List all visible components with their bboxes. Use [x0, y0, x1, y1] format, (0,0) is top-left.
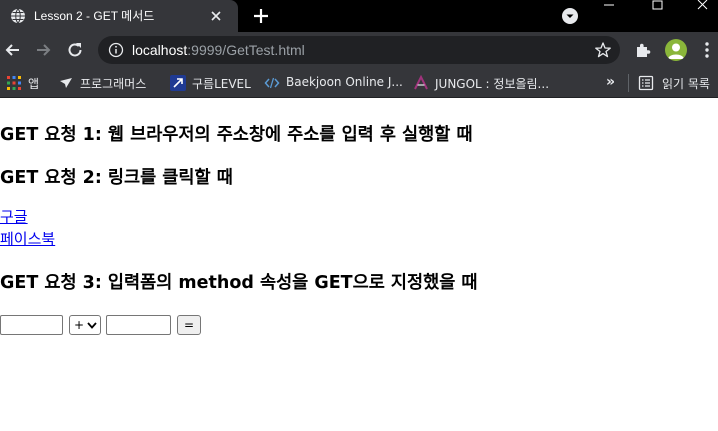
bookmarks-bar: 앱 프로그래머스 구름LEVEL Baekjoon Online J... JU… [0, 68, 718, 98]
minimize-icon[interactable] [594, 0, 624, 18]
person-icon [668, 43, 684, 59]
heading-get-request-2: GET 요청 2: 링크를 클릭할 때 [0, 168, 233, 188]
bookmark-label: 구름LEVEL [192, 77, 251, 91]
more-menu-icon[interactable] [700, 40, 714, 60]
submit-equals-button[interactable]: = [177, 315, 201, 335]
close-icon[interactable] [208, 8, 224, 24]
url-text[interactable]: localhost:9999/GetTest.html [132, 42, 305, 58]
info-icon[interactable] [108, 42, 124, 58]
new-tab-icon[interactable] [251, 6, 271, 26]
maximize-icon[interactable] [642, 0, 672, 18]
heading-get-request-1: GET 요청 1: 웹 브라우저의 주소창에 주소를 입력 후 실행할 때 [0, 125, 473, 145]
reading-list-label: 읽기 목록 [662, 77, 710, 91]
bookmark-label: Baekjoon Online J... [286, 75, 403, 89]
tab-search-icon[interactable] [561, 7, 579, 25]
tab-strip: Lesson 2 - GET 메서드 [0, 0, 718, 32]
bookmark-baekjoon[interactable]: Baekjoon Online J... [264, 74, 403, 92]
globe-icon [11, 8, 25, 24]
window-close-icon[interactable] [688, 0, 718, 18]
jungol-icon [414, 75, 428, 90]
link-facebook[interactable]: 페이스북 [0, 228, 55, 249]
url-path: :9999/GetTest.html [187, 42, 305, 58]
bookmark-label: 프로그래머스 [80, 77, 147, 91]
operator-selected-value: + [74, 318, 85, 332]
bookmark-jungol[interactable]: JUNGOL : 정보올림... [413, 74, 553, 92]
extensions-puzzle-icon[interactable] [634, 41, 652, 59]
chevron-down-icon [87, 322, 97, 329]
star-icon[interactable] [594, 41, 612, 59]
bookmark-label: 앱 [28, 77, 40, 91]
heading-get-request-3: GET 요청 3: 입력폼의 method 속성을 GET으로 지정했을 때 [0, 273, 478, 293]
bookmark-label: JUNGOL : 정보올림... [435, 77, 550, 91]
bookmark-programmers[interactable]: 프로그래머스 [58, 74, 158, 92]
url-host: localhost [132, 42, 188, 58]
tab-title: Lesson 2 - GET 메서드 [34, 9, 155, 23]
address-bar[interactable]: localhost:9999/GetTest.html [98, 36, 620, 64]
bookmarks-divider [628, 74, 629, 92]
browser-toolbar: localhost:9999/GetTest.html [0, 32, 718, 68]
active-tab[interactable]: Lesson 2 - GET 메서드 [0, 0, 238, 32]
operator-select[interactable]: + [69, 315, 101, 335]
back-arrow-icon[interactable] [3, 40, 23, 60]
apps-grid-icon [7, 76, 21, 90]
reading-list-icon [638, 75, 654, 91]
num2-input[interactable] [106, 315, 171, 335]
programmers-icon [60, 78, 72, 88]
link-google[interactable]: 구글 [0, 206, 28, 227]
bookmark-goorm[interactable]: 구름LEVEL [170, 74, 252, 92]
profile-avatar[interactable] [665, 39, 687, 61]
bookmarks-overflow-button[interactable]: » [606, 74, 615, 90]
goorm-icon [170, 75, 186, 91]
page-content: GET 요청 1: 웹 브라우저의 주소창에 주소를 입력 후 실행할 때 GE… [0, 99, 718, 431]
num1-input[interactable] [0, 315, 63, 335]
forward-arrow-icon[interactable] [33, 40, 53, 60]
reload-icon[interactable] [65, 40, 85, 60]
bookmark-apps[interactable]: 앱 [6, 74, 46, 92]
code-icon [264, 77, 280, 89]
